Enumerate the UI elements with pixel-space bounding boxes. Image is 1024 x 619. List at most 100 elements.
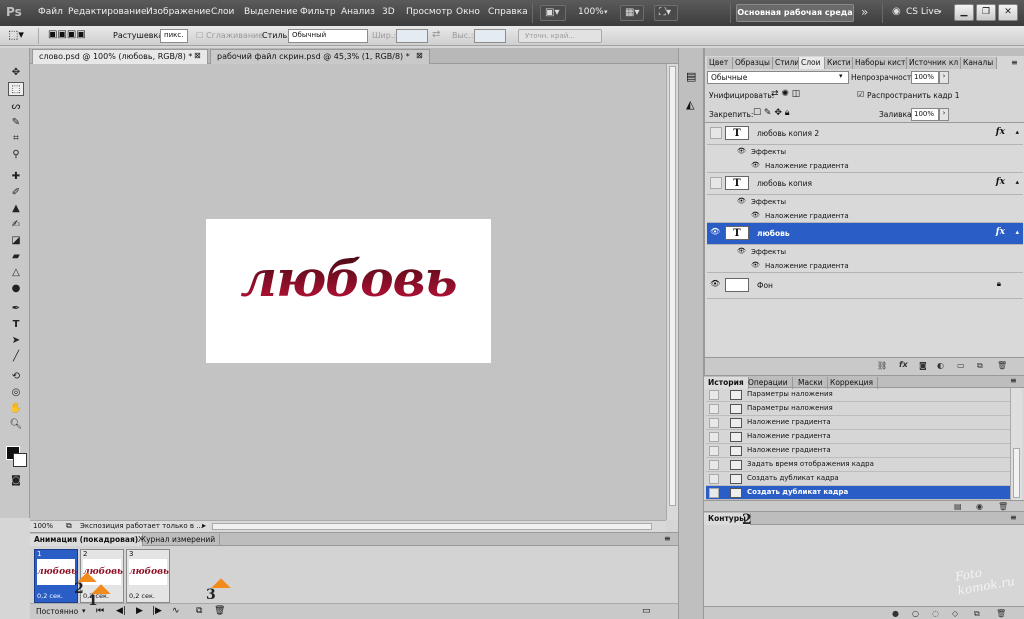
layer-name[interactable]: любовь копия — [757, 179, 812, 188]
tab-working-file[interactable]: рабочий файл скрин.psd @ 45,3% (1, RGB/8… — [210, 49, 430, 64]
marquee-tool-icon[interactable]: ⬚ — [8, 82, 24, 96]
prev-frame-icon[interactable]: ◀| — [116, 606, 126, 616]
menu-3d[interactable]: 3D — [382, 7, 395, 17]
menu-edit[interactable]: Редактирование — [68, 7, 147, 17]
quick-mask-icon[interactable]: ◙ — [8, 474, 24, 488]
tab-layers[interactable]: Слои — [799, 57, 825, 69]
tab-channels[interactable]: Каналы — [961, 57, 997, 69]
effect-row[interactable]: 👁︎ Наложение градиента — [707, 209, 1023, 223]
menu-select[interactable]: Выделение — [244, 7, 298, 17]
panel-menu-icon[interactable]: ≡ — [1010, 513, 1017, 522]
history-scrollbar[interactable] — [1010, 388, 1022, 500]
lasso-tool-icon[interactable]: ᔕ — [8, 100, 24, 114]
effects-row[interactable]: 👁︎ Эффекты — [707, 195, 1023, 209]
eye-icon[interactable]: 👁︎ — [751, 161, 760, 169]
snapshot-button-icon[interactable]: ◉ — [976, 502, 983, 511]
new-group-icon[interactable]: ▭ — [957, 361, 965, 370]
blend-mode-select[interactable]: Обычные — [707, 71, 849, 84]
make-path-icon[interactable]: ◇ — [952, 609, 958, 618]
path-select-icon[interactable]: ➤ — [8, 334, 24, 348]
new-document-icon[interactable]: ▤ — [954, 502, 962, 511]
menu-help[interactable]: Справка — [488, 7, 528, 17]
expand-icon[interactable]: ▴ — [1015, 128, 1019, 136]
tab-close-icon[interactable]: ⊠ — [416, 51, 423, 60]
tab-brushes[interactable]: Кисти — [825, 57, 853, 69]
tab-swatches[interactable]: Образцы — [733, 57, 773, 69]
screen-view-icon[interactable]: ⛶▾ — [654, 5, 678, 21]
healing-brush-icon[interactable]: ✚ — [8, 170, 24, 184]
effect-row[interactable]: 👁︎ Наложение градиента — [707, 259, 1023, 273]
next-frame-icon[interactable]: |▶ — [152, 606, 162, 616]
stroke-path-icon[interactable]: ○ — [912, 609, 919, 618]
feather-input[interactable]: пикс. — [160, 29, 188, 43]
layer-row-selected[interactable]: 👁︎ T любовь fx ▴ — [707, 223, 1023, 245]
animation-frame-1[interactable]: 1 любовь 0,2 сек. — [34, 549, 78, 603]
cs-live-dropdown-icon[interactable]: ▾ — [938, 8, 942, 16]
menu-image[interactable]: Изображение — [146, 7, 211, 17]
unify-icons[interactable]: ⇄ ✺ ◫ — [771, 89, 800, 99]
duplicate-frame-icon[interactable]: ⧉ — [196, 606, 202, 616]
menu-analysis[interactable]: Анализ — [341, 7, 375, 17]
load-selection-icon[interactable]: ◌ — [932, 609, 939, 618]
type-tool-icon[interactable]: T — [8, 318, 24, 332]
scroll-thumb[interactable] — [212, 523, 652, 530]
history-item[interactable]: Создать дубликат кадра — [706, 472, 1010, 486]
history-item[interactable]: Задать время отображения кадра — [706, 458, 1010, 472]
adjustment-layer-icon[interactable]: ◐ — [937, 361, 944, 370]
fill-input[interactable]: 100% — [911, 108, 939, 121]
pen-tool-icon[interactable]: ✒ — [8, 302, 24, 316]
quick-select-icon[interactable]: ✎ — [8, 116, 24, 130]
lock-icons[interactable]: ☐ ✎ ✥ 🔒︎ — [753, 108, 790, 118]
cs-live-button[interactable]: CS Live — [906, 7, 939, 17]
layer-name[interactable]: Фон — [757, 281, 773, 290]
eye-icon[interactable]: 👁︎ — [751, 261, 760, 269]
eye-icon[interactable]: 👁︎ — [737, 247, 746, 255]
effect-row[interactable]: 👁︎ Наложение градиента — [707, 159, 1023, 173]
shape-tool-icon[interactable]: ╱ — [8, 350, 24, 364]
expand-icon[interactable]: ▴ — [1015, 228, 1019, 236]
history-item[interactable]: Наложение градиента — [706, 444, 1010, 458]
tween-icon[interactable]: ∿ — [172, 606, 180, 616]
hand-tool-icon[interactable]: ✋ — [8, 402, 24, 416]
history-item[interactable]: Наложение градиента — [706, 416, 1010, 430]
clone-source-icon[interactable]: ◭ — [686, 98, 694, 111]
eye-icon[interactable]: 👁︎ — [737, 147, 746, 155]
layer-name[interactable]: любовь копия 2 — [757, 129, 819, 138]
panel-menu-icon[interactable]: ≡ — [1010, 376, 1017, 385]
frame-duration[interactable]: 0,2 сек. — [37, 592, 63, 600]
visibility-toggle[interactable] — [710, 177, 722, 189]
fill-path-icon[interactable]: ● — [892, 609, 899, 618]
tab-animation[interactable]: Анимация (покадровая) — [30, 534, 144, 546]
history-item[interactable]: Параметры наложения — [706, 388, 1010, 402]
menu-filter[interactable]: Фильтр — [300, 7, 336, 17]
eraser-icon[interactable]: ◪ — [8, 234, 24, 248]
eyedropper-icon[interactable]: ⚲ — [8, 148, 24, 162]
clone-stamp-icon[interactable]: ▲ — [8, 202, 24, 216]
menu-window[interactable]: Окно — [456, 7, 480, 17]
tab-close-icon[interactable]: ⊠ — [194, 51, 201, 60]
antialias-checkbox[interactable]: ☐ — [196, 31, 203, 40]
delete-state-icon[interactable]: 🗑︎ — [998, 502, 1008, 511]
zoom-dropdown-icon[interactable]: ▾ — [604, 8, 608, 16]
history-item[interactable]: Параметры наложения — [706, 402, 1010, 416]
loop-dropdown-icon[interactable]: ▾ — [82, 607, 86, 615]
add-style-icon[interactable]: fx — [899, 360, 908, 369]
tab-clone-source[interactable]: Источник кл — [907, 57, 961, 69]
layer-name[interactable]: любовь — [757, 229, 790, 238]
selection-mode-icons[interactable]: ▣▣▣▣ — [48, 29, 86, 40]
blend-dropdown-icon[interactable]: ▾ — [839, 72, 843, 80]
width-input[interactable] — [396, 29, 428, 43]
crop-tool-icon[interactable]: ⌗ — [8, 132, 24, 146]
panel-menu-icon[interactable]: ≡ — [1011, 58, 1018, 67]
play-icon[interactable]: ▶ — [136, 606, 143, 616]
tab-measurement-log[interactable]: Журнал измерений — [134, 534, 221, 546]
document-canvas[interactable]: любовь — [206, 219, 491, 363]
restore-button[interactable]: ❐ — [976, 4, 996, 21]
3d-rotate-icon[interactable]: ⟲ — [8, 370, 24, 384]
frame-duration[interactable]: 0,2 сек. — [129, 592, 155, 600]
link-layers-icon[interactable]: ⛓ — [877, 361, 887, 370]
brush-tool-icon[interactable]: ✐ — [8, 186, 24, 200]
blur-tool-icon[interactable]: △ — [8, 266, 24, 280]
delete-path-icon[interactable]: 🗑︎ — [996, 609, 1006, 618]
mini-bridge-icon[interactable]: ▤ — [686, 70, 696, 83]
